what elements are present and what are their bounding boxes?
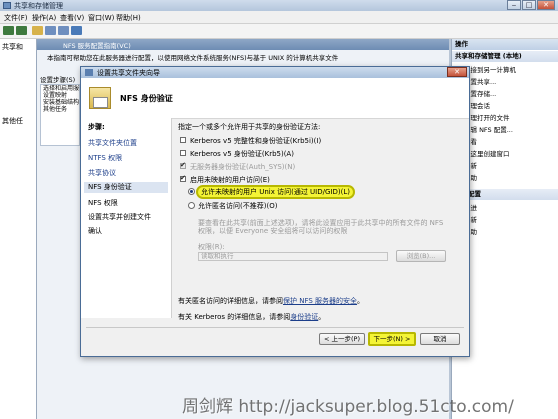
dialog-title: 设置共享文件夹向导 bbox=[97, 69, 160, 77]
tree-item[interactable]: 其他任 bbox=[2, 116, 23, 126]
step-nfs-permissions: NFS 权限 bbox=[88, 199, 118, 207]
setup-step[interactable]: 选择和启用服务 bbox=[41, 85, 79, 92]
dialog-close-icon[interactable]: ✕ bbox=[447, 67, 467, 77]
krb5-label: Kerberos v5 身份验证(Krb5)(A) bbox=[190, 150, 294, 158]
nfs-security-link[interactable]: 保护 NFS 服务器的安全 bbox=[283, 297, 357, 305]
properties-icon[interactable] bbox=[58, 26, 69, 35]
setup-step[interactable]: 设置映射 bbox=[41, 92, 79, 99]
anonymous-info: 有关匿名访问的详细信息，请参阅保护 NFS 服务器的安全。 bbox=[178, 296, 364, 306]
menu-view[interactable]: 查看(V) bbox=[60, 13, 84, 23]
setup-step[interactable]: 其他任务 bbox=[41, 106, 79, 113]
anonymous-radio[interactable] bbox=[188, 202, 195, 209]
actions-group-header: 共享和存储管理 (本地) bbox=[452, 51, 558, 62]
window-controls: ‒ □ ✕ bbox=[507, 0, 555, 11]
step-folder-location[interactable]: 共享文件夹位置 bbox=[88, 138, 137, 148]
back-icon[interactable] bbox=[3, 26, 14, 35]
watermark: 周剑辉 http://jacksuper.blog.51cto.com/ bbox=[182, 397, 514, 417]
setup-steps-list: 选择和启用服务 设置映射 安装基础结构 其他任务 bbox=[40, 84, 80, 146]
app-icon bbox=[3, 2, 11, 9]
dialog-header: NFS 身份验证 bbox=[81, 78, 469, 119]
permission-field[interactable]: 读取和执行 bbox=[198, 252, 388, 261]
menu-window[interactable]: 窗口(W) bbox=[88, 13, 114, 23]
unmapped-checkbox[interactable] bbox=[180, 174, 186, 182]
auth-prompt: 指定一个或多个允许用于共享的身份验证方法: bbox=[178, 123, 321, 131]
menubar: 文件(F) 操作(A) 查看(V) 窗口(W) 帮助(H) bbox=[0, 11, 558, 24]
permission-label: 权限(R): bbox=[198, 243, 225, 251]
window-title: 共享和存储管理 bbox=[14, 2, 63, 10]
steps-header: 步骤: bbox=[88, 123, 105, 131]
middle-header-title: NFS 服务配置指南(VC) bbox=[63, 42, 131, 50]
menu-file[interactable]: 文件(F) bbox=[4, 13, 28, 23]
unix-access-radio[interactable] bbox=[188, 188, 195, 195]
tree-root[interactable]: 共享和 bbox=[2, 42, 23, 52]
auth-sys-label: 无服务器身份验证(Auth_SYS)(N) bbox=[190, 163, 296, 171]
back-button[interactable]: < 上一步(P) bbox=[319, 333, 365, 345]
setup-step[interactable]: 安装基础结构 bbox=[41, 99, 79, 106]
toolbar bbox=[0, 24, 558, 39]
auth-sys-checkbox bbox=[180, 161, 186, 169]
folder-icon bbox=[89, 87, 111, 109]
step-share-protocol[interactable]: 共享协议 bbox=[88, 168, 116, 178]
wizard-steps: 步骤: 共享文件夹位置 NTFS 权限 共享协议 NFS 身份验证 NFS 权限… bbox=[81, 118, 172, 318]
unmapped-label: 启用未映射的用户访问(E) bbox=[190, 176, 270, 184]
dialog-titlebar: 设置共享文件夹向导 ✕ bbox=[81, 67, 469, 78]
forward-icon[interactable] bbox=[16, 26, 27, 35]
wizard-icon bbox=[85, 69, 93, 76]
anonymous-label: 允许匿名访问(不推荐)(O) bbox=[198, 202, 278, 210]
browse-button[interactable]: 浏览(B)... bbox=[396, 250, 446, 262]
minimize-icon[interactable]: ‒ bbox=[507, 0, 521, 10]
maximize-icon[interactable]: □ bbox=[522, 0, 536, 10]
krb5i-label: Kerberos v5 完整性和身份验证(Krb5i)(I) bbox=[190, 137, 322, 145]
anonymous-info-text: 有关匿名访问的详细信息，请参阅 bbox=[178, 297, 283, 305]
krb5i-checkbox[interactable] bbox=[180, 137, 186, 143]
guide-banner: 本指南可帮助您在此服务器进行配置，以使用网络文件系统服务(NFS)与基于 UNI… bbox=[47, 54, 339, 62]
anonymous-note: 要查看在此共享(前面上述选项)，请将此设置应用于此共享中的所有文件的 NFS 权… bbox=[198, 219, 444, 235]
dialog-separator bbox=[86, 327, 464, 328]
unix-access-label: 允许未映射的用户 Unix 访问(通过 UID/GID)(L) bbox=[196, 185, 355, 199]
dialog-content: 指定一个或多个允许用于共享的身份验证方法: Kerberos v5 完整性和身份… bbox=[178, 118, 468, 321]
kerberos-link[interactable]: 身份验证 bbox=[290, 313, 318, 321]
menu-help[interactable]: 帮助(H) bbox=[116, 13, 141, 23]
help-icon[interactable] bbox=[71, 26, 82, 35]
up-folder-icon[interactable] bbox=[32, 26, 43, 35]
actions-header: 操作 bbox=[452, 39, 558, 50]
middle-header: NFS 服务配置指南(VC) bbox=[37, 39, 449, 50]
show-tree-icon[interactable] bbox=[45, 26, 56, 35]
cancel-button[interactable]: 取消 bbox=[420, 333, 460, 345]
menu-action[interactable]: 操作(A) bbox=[32, 13, 56, 23]
step-create-share: 设置共享并创建文件 bbox=[88, 213, 151, 221]
next-button[interactable]: 下一步(N) > bbox=[368, 332, 416, 346]
step-nfs-auth[interactable]: NFS 身份验证 bbox=[84, 182, 168, 193]
step-ntfs-permissions[interactable]: NTFS 权限 bbox=[88, 153, 122, 163]
anonymous-info-end: 。 bbox=[357, 297, 365, 305]
window-titlebar: 共享和存储管理 ‒ □ ✕ bbox=[0, 0, 558, 11]
tree-pane: 共享和 其他任 bbox=[0, 39, 37, 419]
krb5-checkbox[interactable] bbox=[180, 150, 186, 156]
kerberos-info-text: 有关 Kerberos 的详细信息，请参阅 bbox=[178, 313, 291, 321]
close-icon[interactable]: ✕ bbox=[537, 0, 555, 10]
step-confirm: 确认 bbox=[88, 227, 102, 235]
kerberos-info-end: 。 bbox=[318, 313, 326, 321]
setup-steps-label: 设置步骤(S) bbox=[40, 76, 76, 84]
dialog-heading: NFS 身份验证 bbox=[120, 94, 173, 103]
share-wizard-dialog: 设置共享文件夹向导 ✕ NFS 身份验证 步骤: 共享文件夹位置 NTFS 权限… bbox=[80, 66, 470, 357]
kerberos-info: 有关 Kerberos 的详细信息，请参阅身份验证。 bbox=[178, 312, 325, 322]
